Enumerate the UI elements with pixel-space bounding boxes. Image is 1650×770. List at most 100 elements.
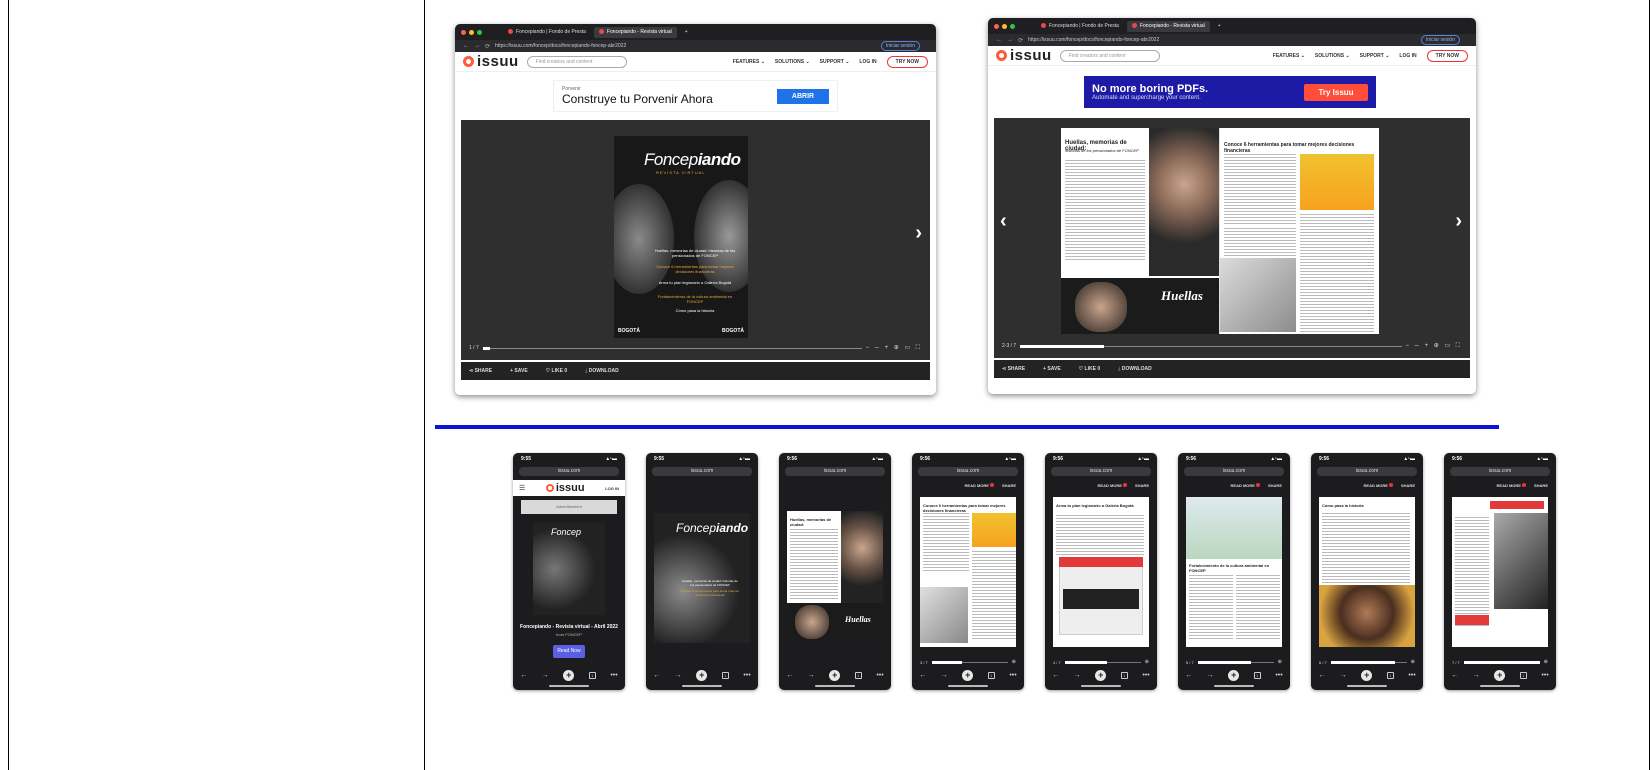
read-more-button[interactable]: READ MORE	[965, 483, 994, 488]
reload-icon[interactable]: ⟳	[1018, 37, 1023, 44]
url-field[interactable]: https://issuu.com/foncep/docs/foncepiand…	[495, 43, 626, 49]
nav-support[interactable]: SUPPORT ⌄	[820, 59, 850, 65]
forward-icon[interactable]: →	[474, 43, 480, 49]
like-button[interactable]: ♡ LIKE 0	[546, 368, 567, 374]
nav-solutions[interactable]: SOLUTIONS ⌄	[775, 59, 810, 65]
read-more-button[interactable]: READ MORE	[1231, 483, 1260, 488]
tabs-icon[interactable]: 1	[1519, 671, 1527, 679]
cover-page[interactable]: Foncepiando Huellas, memorias de ciudad:…	[654, 513, 750, 643]
article-page[interactable]: Fortalecimiento de la cultura ambiental …	[1186, 497, 1282, 647]
try-now-button[interactable]: TRY NOW	[1426, 49, 1468, 62]
save-button[interactable]: + SAVE	[1043, 366, 1061, 372]
url-field[interactable]: issuu.com	[519, 467, 619, 476]
forward-icon[interactable]: →	[1473, 672, 1480, 679]
forward-icon[interactable]: →	[808, 672, 815, 679]
share-button[interactable]: SHARE	[1534, 483, 1548, 488]
nav-login[interactable]: LOG IN	[859, 59, 876, 65]
tabs-icon[interactable]: 1	[721, 671, 729, 679]
back-icon[interactable]: ←	[996, 37, 1002, 43]
forward-icon[interactable]: →	[675, 672, 682, 679]
close-dot-icon[interactable]	[994, 23, 999, 29]
minimize-dot-icon[interactable]	[469, 29, 474, 35]
ad-open-button[interactable]: ABRIR	[777, 88, 829, 104]
forward-icon[interactable]: →	[1074, 672, 1081, 679]
zoom-icon[interactable]: ⊕	[1411, 659, 1415, 665]
new-tab-icon[interactable]: +	[1095, 669, 1107, 681]
back-icon[interactable]: ←	[653, 672, 660, 679]
zoom-icon[interactable]: ⊕	[1278, 659, 1282, 665]
issuu-logo[interactable]: issuu	[463, 53, 519, 70]
back-icon[interactable]: ←	[1318, 672, 1325, 679]
read-more-button[interactable]: READ MORE	[1098, 483, 1127, 488]
nav-features[interactable]: FEATURES ⌄	[733, 59, 765, 65]
url-field[interactable]: issuu.com	[652, 467, 752, 476]
download-button[interactable]: ⤓ DOWNLOAD	[1118, 366, 1152, 372]
new-tab-icon[interactable]: +	[696, 669, 708, 681]
share-button[interactable]: SHARE	[1268, 483, 1282, 488]
ad-banner[interactable]: Porvenir Construye tu Porvenir Ahora ABR…	[553, 80, 838, 112]
article-page[interactable]: Arma tu plan legionario a Galería Bogotá	[1053, 497, 1149, 647]
more-icon[interactable]: •••	[1009, 672, 1016, 679]
new-tab-icon[interactable]: +	[829, 669, 841, 681]
url-field[interactable]: issuu.com	[1450, 467, 1550, 476]
page-slider[interactable]	[482, 346, 862, 350]
maximize-dot-icon[interactable]	[477, 29, 482, 35]
new-tab-icon[interactable]: +	[680, 27, 693, 38]
zoom-icon[interactable]: ⊕	[1012, 659, 1016, 665]
cover-thumbnail[interactable]: Foncep	[533, 523, 605, 615]
signin-button[interactable]: Iniciar sesión	[880, 41, 920, 51]
more-icon[interactable]: •••	[1541, 672, 1548, 679]
forward-icon[interactable]: →	[1007, 37, 1013, 43]
page-slider[interactable]	[1020, 344, 1402, 348]
article-page[interactable]: Conoce 6 herramientas para tomar mejores…	[920, 497, 1016, 647]
signin-button[interactable]: Iniciar sesión	[1420, 35, 1460, 45]
browser-tab[interactable]: Foncepiando | Fondo de Presta	[503, 27, 591, 38]
url-field[interactable]: issuu.com	[1317, 467, 1417, 476]
login-link[interactable]: LOG IN	[605, 486, 619, 491]
tabs-icon[interactable]: 1	[1120, 671, 1128, 679]
forward-icon[interactable]: →	[542, 672, 549, 679]
forward-icon[interactable]: →	[941, 672, 948, 679]
more-icon[interactable]: •••	[610, 672, 617, 679]
back-icon[interactable]: ←	[1451, 672, 1458, 679]
browser-tab[interactable]: Foncepiando | Fondo de Presta	[1036, 21, 1124, 32]
back-icon[interactable]: ←	[1052, 672, 1059, 679]
forward-icon[interactable]: →	[1340, 672, 1347, 679]
back-icon[interactable]: ←	[786, 672, 793, 679]
save-button[interactable]: + SAVE	[510, 368, 528, 374]
zoom-controls-icon[interactable]: − ─ + ⊕ ▭ ⛶	[1406, 342, 1463, 350]
tabs-icon[interactable]: 1	[854, 671, 862, 679]
zoom-controls-icon[interactable]: − ─ + ⊕ ▭ ⛶	[866, 344, 923, 352]
more-icon[interactable]: •••	[876, 672, 883, 679]
read-more-button[interactable]: READ MORE	[1497, 483, 1526, 488]
read-more-button[interactable]: READ MORE	[1364, 483, 1393, 488]
next-page-icon[interactable]: ›	[915, 222, 922, 245]
close-dot-icon[interactable]	[461, 29, 466, 35]
article-page[interactable]: Cómo pasa la historia	[1319, 497, 1415, 647]
read-now-button[interactable]: Read Now	[553, 645, 585, 658]
menu-icon[interactable]: ☰	[519, 484, 525, 492]
more-icon[interactable]: •••	[1408, 672, 1415, 679]
more-icon[interactable]: •••	[743, 672, 750, 679]
browser-tab-active[interactable]: Foncepiando - Revista virtual	[593, 26, 677, 38]
tabs-icon[interactable]: 1	[987, 671, 995, 679]
ad-banner[interactable]: No more boring PDFs. Automate and superc…	[1084, 76, 1376, 108]
next-page-icon[interactable]: ›	[1455, 210, 1462, 233]
share-button[interactable]: SHARE	[1135, 483, 1149, 488]
tabs-icon[interactable]: 1	[1386, 671, 1394, 679]
new-tab-icon[interactable]: +	[1494, 669, 1506, 681]
back-icon[interactable]: ←	[463, 43, 469, 49]
article-page[interactable]: Huellas, memorias de ciudad: Huellas	[787, 511, 883, 641]
issuu-logo[interactable]: issuu	[545, 482, 585, 494]
browser-tab-active[interactable]: Foncepiando - Revista virtual	[1126, 20, 1210, 32]
new-tab-icon[interactable]: +	[1213, 21, 1226, 32]
zoom-icon[interactable]: ⊕	[1544, 659, 1548, 665]
search-input[interactable]: Find creators and content	[1059, 49, 1160, 62]
url-field[interactable]: issuu.com	[785, 467, 885, 476]
reload-icon[interactable]: ⟳	[485, 43, 490, 50]
new-tab-icon[interactable]: +	[1228, 669, 1240, 681]
more-icon[interactable]: •••	[1275, 672, 1282, 679]
share-button[interactable]: SHARE	[1002, 483, 1016, 488]
like-button[interactable]: ♡ LIKE 0	[1079, 366, 1100, 372]
nav-support[interactable]: SUPPORT ⌄	[1360, 53, 1390, 59]
